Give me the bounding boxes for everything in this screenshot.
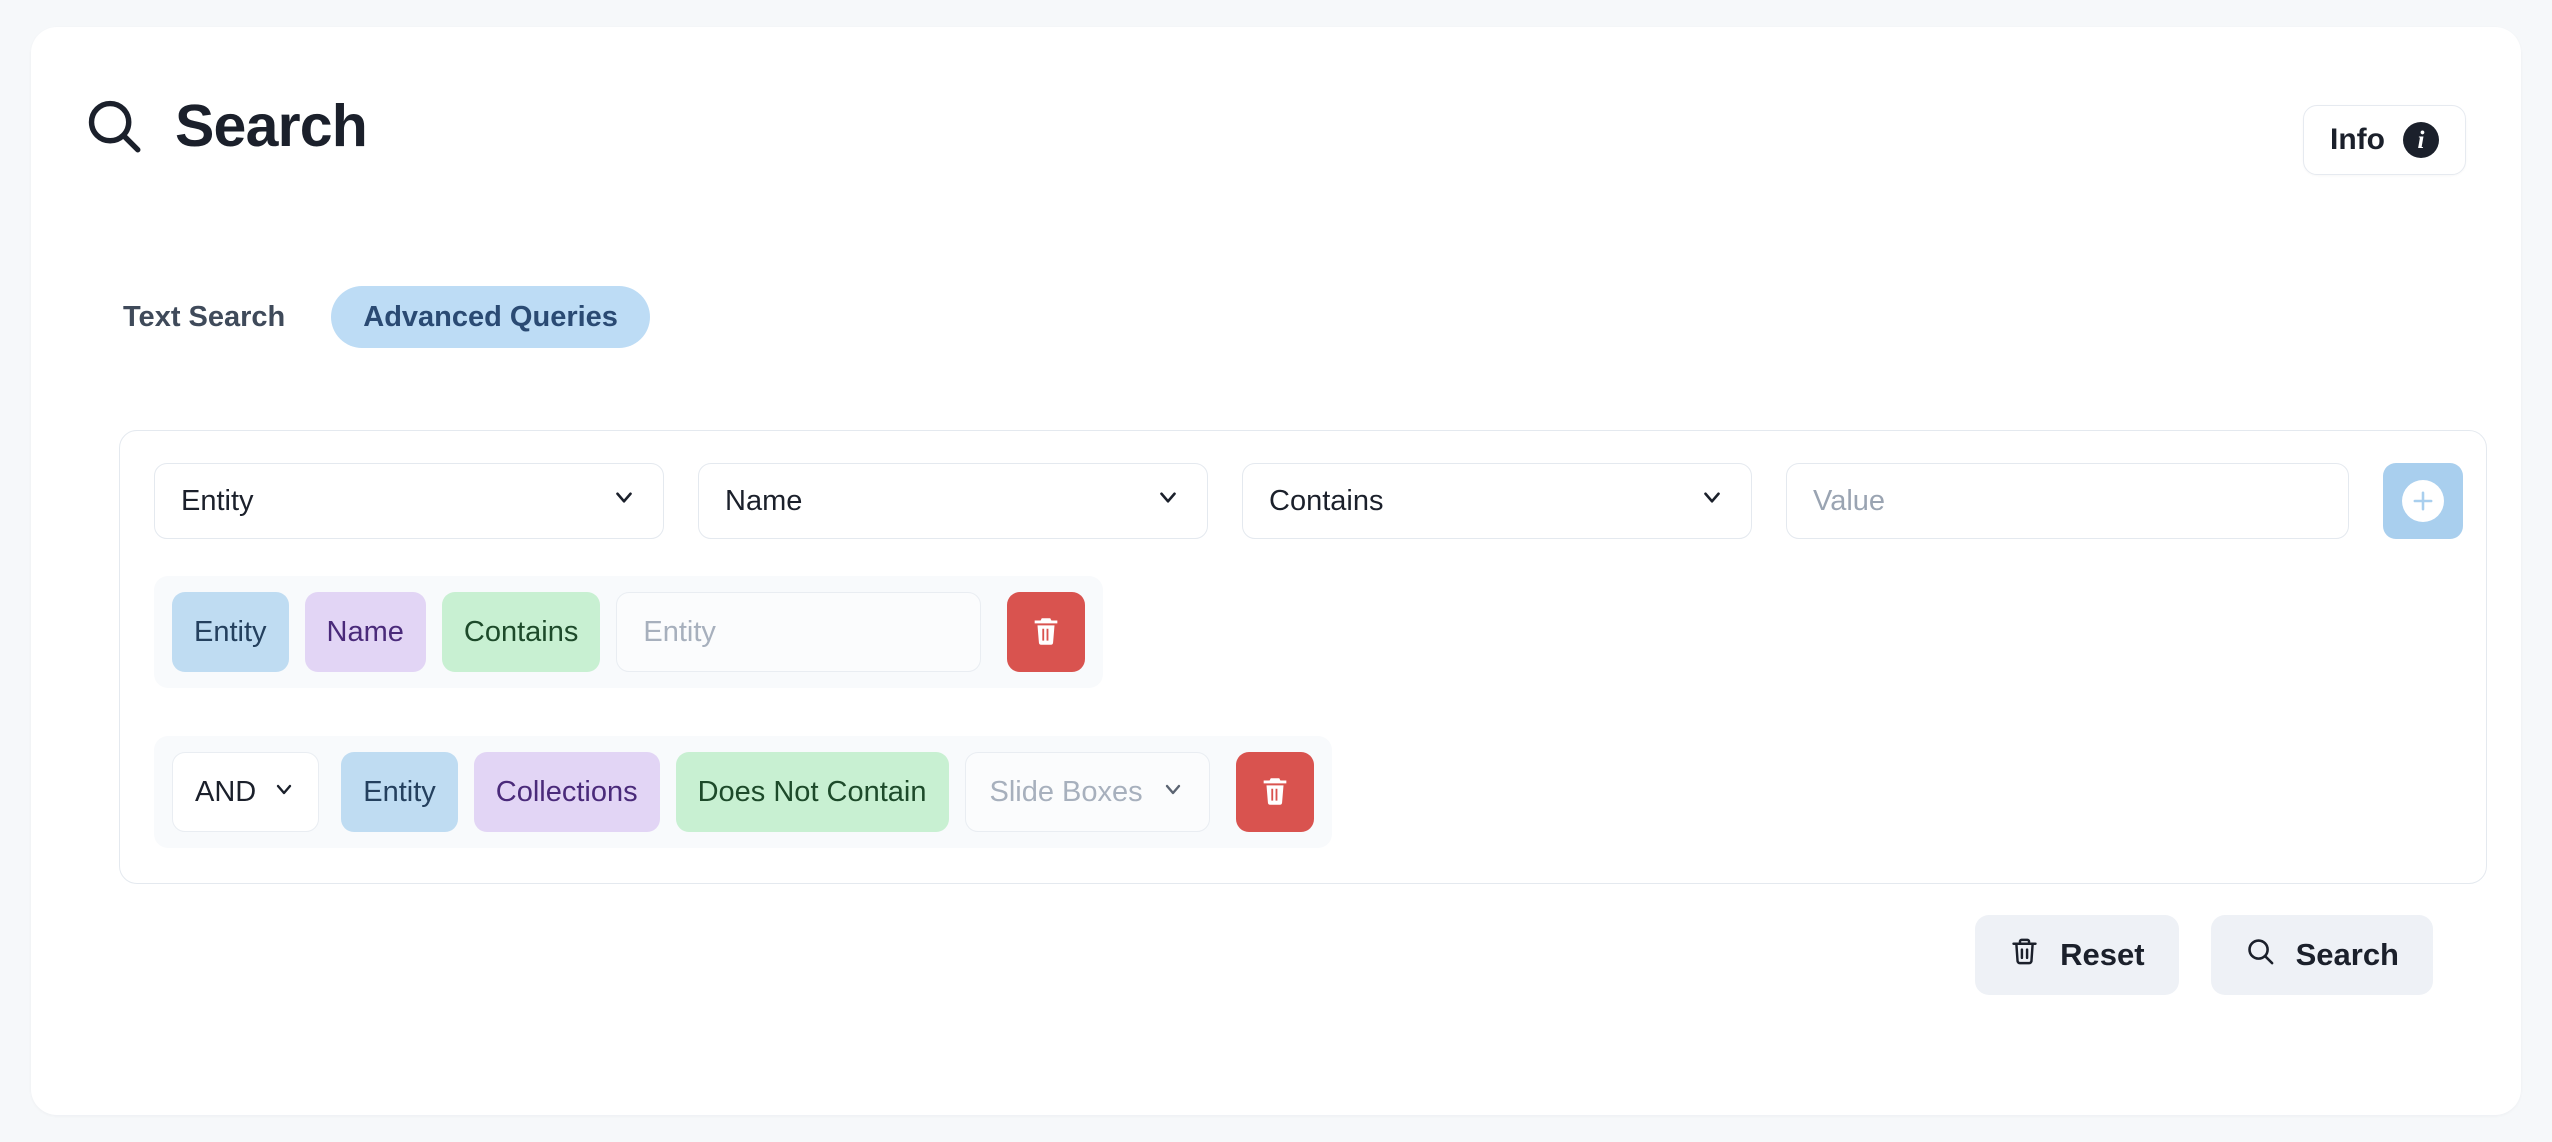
operator-select[interactable]: Contains [1242,463,1752,539]
condition-input-row: Entity Name Contains Value [154,463,2463,539]
trash-icon [1258,774,1292,811]
search-mode-tabs: Text Search Advanced Queries [91,286,650,348]
search-icon [2245,936,2276,975]
field-select-value: Name [725,484,803,517]
chevron-down-icon [611,484,637,518]
page-header: Search Info i [31,27,2521,207]
operator-select-value: Contains [1269,484,1384,517]
trash-icon [2009,936,2040,975]
search-page: Search Info i Text Search Advanced Queri… [0,0,2552,1142]
chevron-down-icon [272,776,296,809]
reset-button-label: Reset [2060,937,2145,972]
info-button[interactable]: Info i [2303,105,2466,175]
search-card: Search Info i Text Search Advanced Queri… [31,27,2521,1115]
entity-select-value: Entity [181,484,254,517]
condition-entity-chip[interactable]: Entity [341,752,458,832]
reset-button[interactable]: Reset [1975,915,2179,995]
value-input[interactable]: Value [1786,463,2349,539]
info-button-label: Info [2330,123,2385,156]
field-select[interactable]: Name [698,463,1208,539]
condition-operator-chip[interactable]: Contains [441,592,601,672]
chevron-down-icon [1699,484,1725,518]
page-title: Search [175,92,368,159]
add-condition-button[interactable] [2383,463,2463,539]
condition-field-chip[interactable]: Collections [473,752,660,832]
value-input-placeholder: Value [1813,484,1886,517]
search-button-label: Search [2295,937,2399,972]
search-icon [83,95,145,157]
action-bar: Reset Search [1975,915,2433,995]
tab-advanced-queries[interactable]: Advanced Queries [331,286,650,348]
condition-value-input[interactable]: Entity [616,592,982,672]
chevron-down-icon [1161,776,1185,809]
entity-select[interactable]: Entity [154,463,664,539]
condition-operator-chip[interactable]: Does Not Contain [675,752,949,832]
tab-text-search[interactable]: Text Search [91,286,317,348]
logic-operator-select[interactable]: AND [172,752,320,832]
query-builder-panel: Entity Name Contains Value Entity Name C… [119,430,2487,884]
page-title-group: Search [83,92,368,159]
trash-icon [1029,614,1063,651]
condition-row: Entity Name Contains Entity [154,576,1104,688]
delete-condition-button[interactable] [1235,752,1314,832]
condition-field-chip[interactable]: Name [304,592,426,672]
condition-value-placeholder: Entity [643,615,716,648]
plus-icon [2402,480,2444,522]
condition-entity-chip[interactable]: Entity [172,592,289,672]
condition-value-placeholder: Slide Boxes [989,775,1143,808]
search-button[interactable]: Search [2210,915,2433,995]
condition-row: AND Entity Collections Does Not Contain … [154,736,1332,848]
chevron-down-icon [1155,484,1181,518]
info-circle-icon: i [2403,122,2439,158]
delete-condition-button[interactable] [1007,592,1086,672]
condition-value-select[interactable]: Slide Boxes [964,752,1210,832]
logic-operator-value: AND [195,775,257,808]
